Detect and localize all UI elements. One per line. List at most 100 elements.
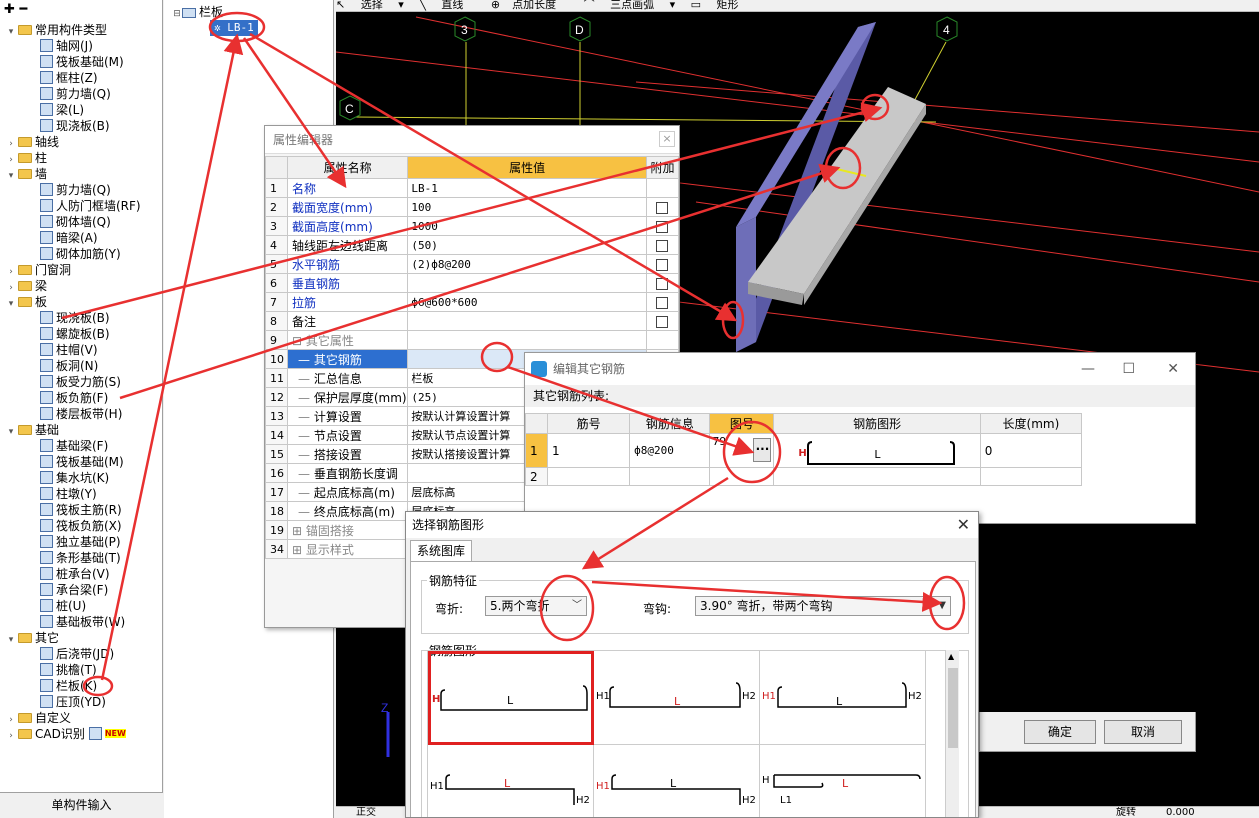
property-row[interactable]: 4 轴线距左边线距离 (50): [264, 235, 680, 255]
close-icon[interactable]: ✕: [1167, 353, 1179, 385]
tree-group[interactable]: ▾ 基础: [0, 422, 162, 438]
property-value-cell[interactable]: LB-1: [407, 178, 647, 198]
tree-group[interactable]: › 梁: [0, 278, 162, 294]
extra-checkbox[interactable]: [656, 239, 669, 252]
arc-tool-button[interactable]: ⌒ 三点画弧 ▾: [584, 0, 676, 11]
tree-item[interactable]: 筏板负筋(X): [0, 518, 162, 534]
property-row[interactable]: 3 截面高度(mm) 1000: [264, 216, 680, 236]
tree-item[interactable]: 基础板带(W): [0, 614, 162, 630]
close-icon[interactable]: ✕: [957, 512, 970, 538]
chevron-right-icon[interactable]: ›: [6, 728, 16, 744]
tree-item[interactable]: 承台梁(F): [0, 582, 162, 598]
shape-no-cell[interactable]: [709, 467, 775, 486]
tree-group[interactable]: ▾ 板: [0, 294, 162, 310]
expand-icon[interactable]: ⊞: [292, 524, 306, 538]
bar-no-cell[interactable]: 1: [547, 433, 631, 468]
rebar-info-cell[interactable]: [629, 467, 711, 486]
tree-group[interactable]: ▾ 墙: [0, 166, 162, 182]
length-cell[interactable]: [979, 467, 1083, 486]
property-value-cell[interactable]: [407, 273, 647, 293]
tree-group[interactable]: › 轴线: [0, 134, 162, 150]
property-value-cell[interactable]: 1000: [407, 216, 647, 236]
extra-checkbox[interactable]: [656, 315, 669, 328]
edit-other-rebar-title-bar[interactable]: 编辑其它钢筋 — ☐ ✕: [525, 353, 1195, 385]
line-tool-button[interactable]: ╲ 直线: [419, 0, 475, 11]
scrollbar-thumb[interactable]: [948, 668, 958, 748]
tree-item[interactable]: 螺旋板(B): [0, 326, 162, 342]
rebar-shape-option[interactable]: H1 L H2: [428, 745, 594, 817]
minimize-icon[interactable]: —: [1081, 353, 1095, 385]
rebar-row[interactable]: 2: [524, 467, 1083, 486]
maximize-icon[interactable]: ☐: [1122, 353, 1135, 385]
collapse-icon[interactable]: ⊟: [172, 6, 182, 22]
tree-item[interactable]: 板受力筋(S): [0, 374, 162, 390]
expand-icon[interactable]: ⊞: [292, 543, 306, 557]
property-row[interactable]: 8 备注: [264, 311, 680, 331]
property-value-cell[interactable]: (2)ф8@200: [407, 254, 647, 274]
tree-item[interactable]: 柱帽(V): [0, 342, 162, 358]
property-value-cell[interactable]: 100: [407, 197, 647, 217]
tree-item[interactable]: 梁(L): [0, 102, 162, 118]
tree-item[interactable]: 楼层板带(H): [0, 406, 162, 422]
tree-item[interactable]: 框柱(Z): [0, 70, 162, 86]
hook-select[interactable]: 3.90° 弯折，带两个弯钩 ▼: [695, 596, 951, 616]
collapse-all-icon[interactable]: ━: [19, 2, 27, 17]
select-tool-button[interactable]: ↖ 选择 ▾: [336, 0, 404, 11]
rebar-shape-option[interactable]: H L L1: [760, 745, 926, 817]
property-row[interactable]: 7 拉筋 ф6@600*600: [264, 292, 680, 312]
tree-item[interactable]: 条形基础(T): [0, 550, 162, 566]
tree-group[interactable]: › 门窗洞: [0, 262, 162, 278]
tree-item[interactable]: 后浇带(JD): [0, 646, 162, 662]
cancel-button[interactable]: 取消: [1104, 720, 1182, 744]
property-row[interactable]: 6 垂直钢筋: [264, 273, 680, 293]
tree-item[interactable]: 压顶(YD): [0, 694, 162, 710]
component-list-root[interactable]: ⊟ 栏板: [172, 4, 333, 20]
ortho-label[interactable]: 正交: [356, 807, 376, 818]
rebar-info-cell[interactable]: ф8@200: [629, 433, 711, 468]
extra-checkbox[interactable]: [656, 220, 669, 233]
rebar-shape-option[interactable]: H1 L H2: [594, 745, 760, 817]
property-editor-title-bar[interactable]: 属性编辑器 ×: [265, 126, 679, 154]
tree-item[interactable]: 暗梁(A): [0, 230, 162, 246]
ok-button[interactable]: 确定: [1024, 720, 1096, 744]
component-item-lb-1[interactable]: ✲ LB-1: [210, 20, 258, 36]
tree-item[interactable]: 筏板基础(M): [0, 54, 162, 70]
close-icon[interactable]: ×: [659, 131, 675, 147]
tree-group[interactable]: › CAD识别 NEW: [0, 726, 162, 742]
rotate-value[interactable]: 0.000: [1166, 807, 1195, 818]
tree-item[interactable]: 独立基础(P): [0, 534, 162, 550]
tree-item[interactable]: 筏板基础(M): [0, 454, 162, 470]
property-row[interactable]: 1 名称 LB-1: [264, 178, 680, 198]
tree-item[interactable]: 剪力墙(Q): [0, 182, 162, 198]
property-row[interactable]: 5 水平钢筋 (2)ф8@200: [264, 254, 680, 274]
single-component-input-button[interactable]: 单构件输入: [0, 792, 163, 818]
rebar-shape-option[interactable]: H1 L H2: [760, 651, 926, 745]
tree-item[interactable]: 栏板(K): [0, 678, 162, 694]
tree-group[interactable]: › 自定义: [0, 710, 162, 726]
tree-item[interactable]: 挑檐(T): [0, 662, 162, 678]
tree-item[interactable]: 桩承台(V): [0, 566, 162, 582]
extra-checkbox[interactable]: [656, 201, 669, 214]
extra-checkbox[interactable]: [656, 296, 669, 309]
rebar-shape-option[interactable]: H1 L H2: [594, 651, 760, 745]
tree-item[interactable]: 筏板主筋(R): [0, 502, 162, 518]
tree-item[interactable]: 人防门框墙(RF): [0, 198, 162, 214]
property-value-cell[interactable]: ф6@600*600: [407, 292, 647, 312]
tree-item[interactable]: 轴网(J): [0, 38, 162, 54]
property-row[interactable]: 2 截面宽度(mm) 100: [264, 197, 680, 217]
property-value-cell[interactable]: [407, 311, 647, 331]
tree-group[interactable]: ▾ 其它: [0, 630, 162, 646]
extra-checkbox[interactable]: [656, 277, 669, 290]
tree-item[interactable]: 现浇板(B): [0, 118, 162, 134]
tree-item[interactable]: 集水坑(K): [0, 470, 162, 486]
tree-group[interactable]: ▾ 常用构件类型: [0, 22, 162, 38]
bar-no-cell[interactable]: [547, 467, 631, 486]
tree-item[interactable]: 基础梁(F): [0, 438, 162, 454]
tree-item[interactable]: 砌体墙(Q): [0, 214, 162, 230]
tree-group[interactable]: › 柱: [0, 150, 162, 166]
shape-picker-button[interactable]: ···: [753, 438, 772, 462]
property-row[interactable]: 9 ⊟ 其它属性: [264, 330, 680, 350]
property-value-cell[interactable]: [407, 330, 647, 350]
scroll-up-icon[interactable]: ▲: [948, 652, 954, 661]
tree-item[interactable]: 砌体加筋(Y): [0, 246, 162, 262]
